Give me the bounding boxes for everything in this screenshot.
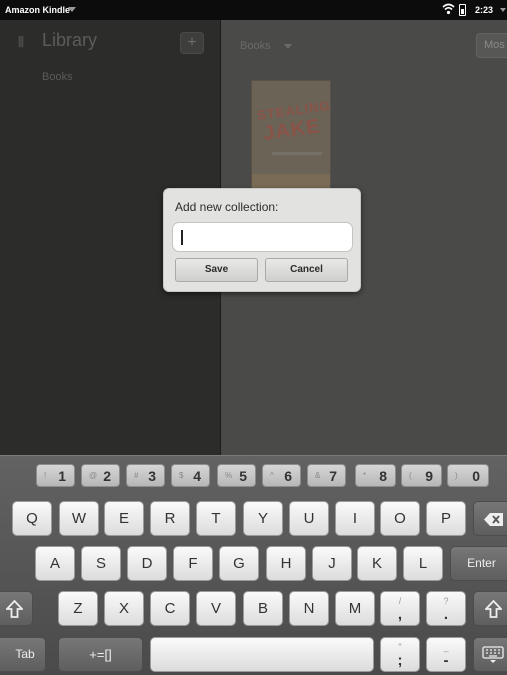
wifi-icon (442, 3, 455, 17)
key-k[interactable]: K (357, 546, 397, 581)
key-8[interactable]: * 8 (355, 464, 396, 487)
app-name[interactable]: Amazon Kindle (5, 5, 70, 15)
key-9[interactable]: (9 (401, 464, 442, 487)
text-cursor (181, 230, 183, 245)
key-z[interactable]: Z (58, 591, 98, 626)
key-3[interactable]: #3 (126, 464, 165, 487)
app-menu-caret-icon[interactable] (68, 7, 76, 12)
clock: 2:23 (475, 5, 494, 15)
key-x[interactable]: X (104, 591, 144, 626)
key-question-period[interactable]: ? . (426, 591, 466, 626)
key-y[interactable]: Y (243, 501, 283, 536)
shift-icon (4, 599, 25, 622)
battery-icon (459, 4, 466, 16)
key-u[interactable]: U (289, 501, 329, 536)
backspace-icon (484, 513, 504, 530)
collection-name-input[interactable] (172, 222, 353, 252)
key-n[interactable]: N (289, 591, 329, 626)
key-j[interactable]: J (312, 546, 352, 581)
key-underscore-dash[interactable]: _ - (426, 637, 466, 672)
cancel-button[interactable]: Cancel (265, 258, 348, 282)
status-bar: Amazon Kindle 2:23 (0, 0, 507, 20)
shift-key-left[interactable] (0, 591, 33, 626)
key-quote-semicolon[interactable]: " ; (380, 637, 420, 672)
key-d[interactable]: D (127, 546, 167, 581)
tab-key[interactable]: Tab (0, 637, 46, 672)
symbols-key[interactable]: +=[] (58, 637, 143, 672)
add-collection-dialog: Add new collection: Save Cancel (163, 188, 361, 292)
key-c[interactable]: C (150, 591, 190, 626)
key-a[interactable]: A (35, 546, 75, 581)
key-l[interactable]: L (403, 546, 443, 581)
key-p[interactable]: P (426, 501, 466, 536)
key-4[interactable]: $4 (171, 464, 210, 487)
key-g[interactable]: G (219, 546, 259, 581)
key-6[interactable]: ^ 6 (262, 464, 301, 487)
key-e[interactable]: E (104, 501, 144, 536)
dialog-title: Add new collection: (175, 200, 279, 214)
key-w[interactable]: W (59, 501, 99, 536)
backspace-key[interactable] (473, 501, 507, 536)
key-h[interactable]: H (266, 546, 306, 581)
key-slash-comma[interactable]: / , (380, 591, 420, 626)
space-bar[interactable] (150, 637, 374, 672)
enter-key[interactable]: Enter (450, 546, 507, 581)
key-b[interactable]: B (243, 591, 283, 626)
key-t[interactable]: T (196, 501, 236, 536)
key-1[interactable]: ! 1 (36, 464, 75, 487)
shift-key-right[interactable] (473, 591, 507, 626)
key-s[interactable]: S (81, 546, 121, 581)
key-0[interactable]: ) 0 (447, 464, 489, 487)
hide-keyboard-key[interactable] (473, 637, 507, 672)
key-m[interactable]: M (335, 591, 375, 626)
system-menu-caret-icon[interactable] (500, 8, 506, 12)
save-button[interactable]: Save (175, 258, 258, 282)
key-v[interactable]: V (196, 591, 236, 626)
hide-keyboard-icon (482, 646, 504, 668)
key-2[interactable]: @2 (81, 464, 120, 487)
key-q[interactable]: Q (12, 501, 52, 536)
key-f[interactable]: F (173, 546, 213, 581)
key-7[interactable]: & 7 (307, 464, 346, 487)
shift-icon (483, 599, 504, 622)
key-o[interactable]: O (380, 501, 420, 536)
key-i[interactable]: I (335, 501, 375, 536)
key-r[interactable]: R (150, 501, 190, 536)
on-screen-keyboard: ! 1 @2 #3 $4 % 5 ^ 6 & 7 * 8 (9 ) 0 Q W E R T … (0, 455, 507, 675)
key-5[interactable]: % 5 (217, 464, 256, 487)
